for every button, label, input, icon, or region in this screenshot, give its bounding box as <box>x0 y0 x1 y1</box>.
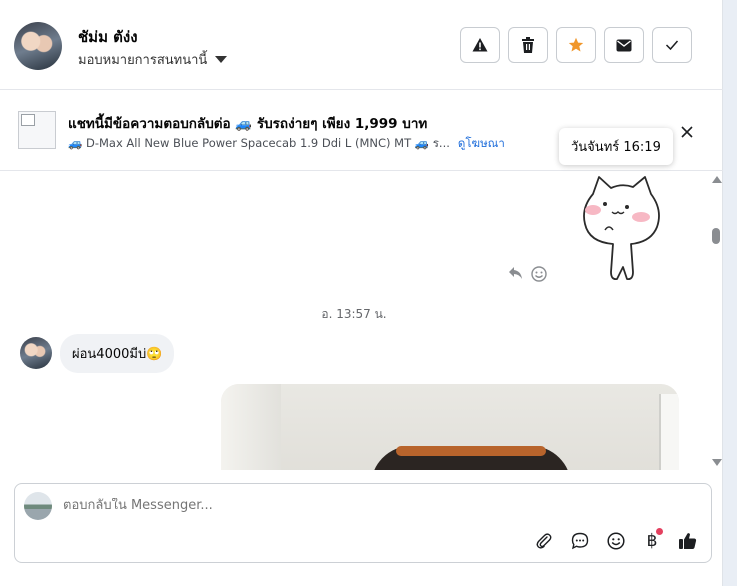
paperclip-icon <box>536 533 552 549</box>
cat-sticker <box>583 176 660 281</box>
composer-tools: ฿ <box>533 528 699 552</box>
contact-avatar[interactable] <box>14 22 62 70</box>
warning-icon <box>472 38 488 52</box>
incoming-message-bubble[interactable]: ผ่อน4000มีบ่🙄 <box>60 334 175 373</box>
mail-icon <box>616 39 632 51</box>
star-button[interactable] <box>556 27 596 63</box>
emoji-button[interactable] <box>605 530 627 552</box>
close-ad-button[interactable] <box>676 121 698 143</box>
photo-door <box>659 394 679 470</box>
sender-avatar <box>20 337 52 369</box>
ad-thumbnail <box>18 111 56 149</box>
baht-icon: ฿ <box>646 531 658 551</box>
message-thread[interactable]: อ. 13:57 น. ผ่อน4000มีบ่🙄 <box>0 172 708 470</box>
ad-title: แชทนี้มีข้อความตอบกลับต่อ 🚙 รับรถง่ายๆ เ… <box>68 116 428 132</box>
photo-car-stripe <box>396 446 546 456</box>
mark-unread-button[interactable] <box>604 27 644 63</box>
reply-icon[interactable] <box>508 266 523 280</box>
message-actions <box>508 266 547 282</box>
mark-done-button[interactable] <box>652 27 692 63</box>
like-button[interactable] <box>677 530 699 552</box>
emoji-react-icon[interactable] <box>531 266 547 282</box>
scroll-thumb[interactable] <box>712 228 720 244</box>
assign-conversation-dropdown[interactable]: มอบหมายการสนทนานี้ <box>78 49 228 70</box>
photo-wall <box>221 384 281 470</box>
caret-down-icon <box>215 56 228 63</box>
chat-bubble-icon <box>571 532 589 550</box>
thumbs-up-icon <box>679 533 697 549</box>
payment-button[interactable]: ฿ <box>641 528 663 552</box>
conversation-header: ชัม่ม ตัง่ง มอบหมายการสนทนานี้ <box>0 0 723 90</box>
notification-dot <box>656 528 663 535</box>
outgoing-photo-message[interactable] <box>221 384 679 470</box>
report-button[interactable] <box>460 27 500 63</box>
reply-input[interactable] <box>63 498 623 513</box>
scroll-down-icon[interactable] <box>712 459 722 466</box>
thread-scrollbar[interactable] <box>710 172 723 470</box>
scroll-up-icon[interactable] <box>712 176 722 183</box>
timestamp-tooltip: วันจันทร์ 16:19 <box>559 128 673 165</box>
view-ad-link[interactable]: ดูโฆษณา <box>458 135 505 153</box>
assign-label: มอบหมายการสนทนานี้ <box>78 53 208 68</box>
message-composer: ฿ <box>14 483 712 563</box>
conversation-panel: ชัม่ม ตัง่ง มอบหมายการสนทนานี้ แชทนี้มีข… <box>0 0 723 586</box>
saved-replies-button[interactable] <box>569 530 591 552</box>
delete-button[interactable] <box>508 27 548 63</box>
smiley-icon <box>607 532 625 550</box>
star-icon <box>568 37 584 52</box>
trash-icon <box>522 37 534 53</box>
contact-name[interactable]: ชัม่ม ตัง่ง <box>78 25 138 49</box>
close-icon <box>681 126 693 138</box>
ad-subtitle-row: 🚙 D-Max All New Blue Power Spacecab 1.9 … <box>68 135 505 153</box>
attach-button[interactable] <box>533 530 555 552</box>
thread-timestamp: อ. 13:57 น. <box>321 307 387 321</box>
ad-subtitle: 🚙 D-Max All New Blue Power Spacecab 1.9 … <box>68 136 450 150</box>
header-actions <box>460 27 692 63</box>
page-avatar <box>24 492 52 520</box>
check-icon <box>665 40 679 51</box>
